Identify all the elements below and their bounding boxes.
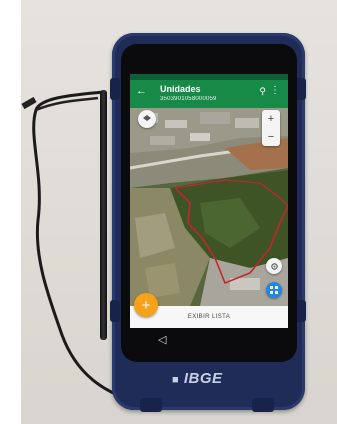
app-bar: ← Unidades 3503901058000059 ⚲ ⋮ xyxy=(130,80,288,108)
logo-text: IBGE xyxy=(183,370,223,387)
search-icon[interactable]: ⚲ xyxy=(259,86,266,97)
arrow-left-icon[interactable]: ← xyxy=(136,85,147,97)
minus-icon[interactable]: − xyxy=(262,128,280,146)
app-screen: ← Unidades 3503901058000059 ⚲ ⋮ + − EXIB… xyxy=(130,80,288,328)
android-nav-bar: ◁ xyxy=(130,328,288,352)
case-bumper xyxy=(110,300,120,322)
case-bumper xyxy=(110,78,120,100)
more-vert-icon[interactable]: ⋮ xyxy=(270,85,280,96)
plus-icon: + xyxy=(141,296,151,314)
unit-code: 3503901058000059 xyxy=(160,96,217,102)
layers-icon[interactable] xyxy=(138,110,156,128)
zoom-control: + − xyxy=(262,110,280,146)
plus-icon[interactable]: + xyxy=(262,110,280,128)
case-foot xyxy=(252,398,274,412)
app-title: Unidades xyxy=(160,84,201,94)
add-fab[interactable]: + xyxy=(134,293,158,317)
case-bumper xyxy=(296,300,306,322)
ibge-logo: ■ IBGE xyxy=(172,370,223,387)
case-bumper xyxy=(296,78,306,100)
stylus-pen xyxy=(100,90,107,340)
nav-back-icon[interactable]: ◁ xyxy=(158,333,166,346)
case-foot xyxy=(140,398,162,412)
gps-icon[interactable] xyxy=(266,258,282,274)
ibge-emblem-icon: ■ xyxy=(172,374,180,386)
grid-icon[interactable] xyxy=(266,282,282,298)
